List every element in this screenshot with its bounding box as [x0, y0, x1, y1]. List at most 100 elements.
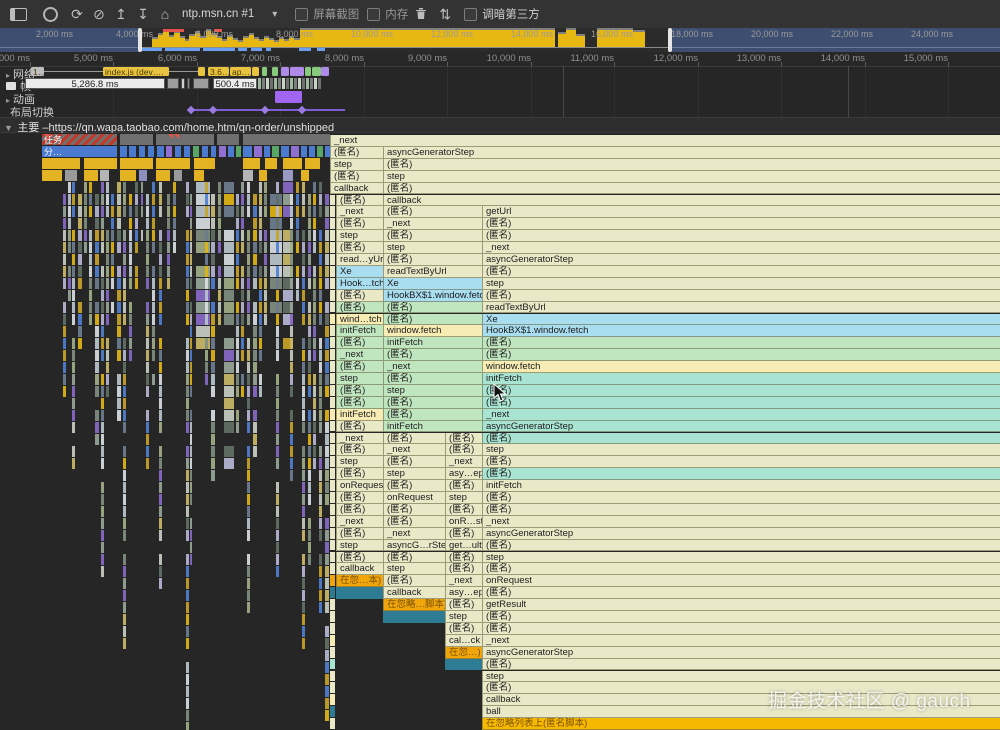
flame-spike-segment[interactable] [247, 422, 250, 433]
flame-entry[interactable]: 在忽…) [445, 646, 482, 659]
main-thread-header[interactable]: ▼ 主要 –https://qn.wapa.taobao.com/home.ht… [0, 117, 1000, 134]
network-request[interactable]: ap… [230, 67, 251, 76]
flame-spike-segment[interactable] [63, 362, 66, 373]
flame-spike-segment[interactable] [313, 386, 316, 397]
flame-spike-segment[interactable] [224, 302, 234, 313]
flame-entry[interactable]: (匿名) [482, 289, 1000, 302]
flame-spike-segment[interactable] [236, 326, 239, 337]
flame-spike-segment[interactable] [186, 290, 189, 301]
flame-spike-segment[interactable] [106, 302, 109, 313]
flame-spike-segment[interactable] [325, 350, 329, 361]
flame-spike-segment[interactable] [253, 266, 257, 277]
flame-spike-segment[interactable] [146, 254, 149, 265]
flame-spike-segment[interactable] [186, 386, 189, 397]
flame-spike-segment[interactable] [325, 602, 329, 613]
flame-spike-segment[interactable] [313, 194, 316, 205]
flame-sliver[interactable] [330, 384, 335, 396]
flame-spike-segment[interactable] [224, 350, 234, 361]
flame-entry[interactable] [120, 170, 136, 181]
flame-spike-segment[interactable] [236, 374, 239, 385]
flame-spike-segment[interactable] [146, 218, 149, 229]
flame-entry[interactable] [84, 170, 98, 181]
flame-entry[interactable]: callback [330, 182, 383, 195]
flame-entry[interactable] [148, 146, 154, 157]
flame-spike-segment[interactable] [123, 278, 126, 289]
flame-spike-segment[interactable] [152, 218, 155, 229]
flame-spike-segment[interactable] [276, 398, 279, 409]
flame-spike-segment[interactable] [123, 338, 126, 349]
flame-spike-segment[interactable] [129, 218, 132, 229]
flame-entry[interactable] [259, 170, 267, 181]
flame-spike-segment[interactable] [78, 194, 82, 205]
flame-spike-segment[interactable] [101, 374, 104, 385]
flame-entry[interactable]: window.fetch [383, 325, 482, 338]
flame-spike-segment[interactable] [152, 338, 155, 349]
flame-spike-segment[interactable] [117, 242, 121, 253]
flame-spike-segment[interactable] [319, 242, 322, 253]
flame-entry[interactable] [383, 611, 445, 623]
flame-spike-segment[interactable] [302, 194, 305, 205]
flame-spike-segment[interactable] [101, 554, 104, 565]
flame-spike-segment[interactable] [190, 230, 192, 241]
flame-spike-segment[interactable] [95, 362, 99, 373]
flame-spike-segment[interactable] [247, 350, 250, 361]
flame-entry[interactable]: (匿名) [482, 349, 1000, 362]
flame-spike-segment[interactable] [123, 518, 126, 529]
flame-spike-segment[interactable] [264, 182, 267, 193]
flame-sliver[interactable] [330, 503, 335, 515]
flame-spike-segment[interactable] [146, 230, 149, 241]
flame-entry[interactable] [42, 170, 62, 181]
flame-spike-segment[interactable] [224, 254, 234, 265]
flame-spike-segment[interactable] [325, 230, 329, 241]
flame-spike-segment[interactable] [190, 554, 192, 565]
flame-spike-segment[interactable] [290, 254, 293, 265]
flame-spike-segment[interactable] [111, 206, 114, 217]
flame-spike-segment[interactable] [259, 386, 262, 397]
flame-spike-segment[interactable] [241, 266, 244, 277]
flame-spike-segment[interactable] [123, 410, 126, 421]
flame-spike-segment[interactable] [319, 386, 322, 397]
flame-sliver[interactable] [330, 265, 335, 277]
flame-spike-segment[interactable] [302, 278, 305, 289]
flame-spike-segment[interactable] [123, 554, 126, 565]
flame-spike-segment[interactable] [135, 206, 138, 217]
flame-entry[interactable]: step [336, 456, 383, 469]
flame-spike-segment[interactable] [146, 338, 149, 349]
flame-sliver[interactable] [330, 313, 335, 325]
flame-spike-segment[interactable] [308, 554, 311, 565]
flame-spike-segment[interactable] [247, 410, 250, 421]
flame-sliver[interactable] [330, 349, 335, 361]
flame-spike-segment[interactable] [111, 266, 114, 277]
frame-block-small[interactable] [181, 78, 185, 89]
flame-spike-segment[interactable] [302, 230, 305, 241]
flame-entry[interactable]: (匿名) [383, 408, 482, 421]
flame-spike-segment[interactable] [123, 230, 126, 241]
flame-spike-segment[interactable] [101, 446, 104, 457]
flame-spike-segment[interactable] [302, 314, 305, 325]
flame-spike-segment[interactable] [95, 218, 99, 229]
flame-entry[interactable]: (匿名) [336, 361, 383, 373]
flame-spike-segment[interactable] [123, 182, 126, 193]
flame-spike-segment[interactable] [106, 338, 109, 349]
flame-entry[interactable] [217, 134, 239, 145]
flame-spike-segment[interactable] [95, 302, 99, 313]
flame-spike-segment[interactable] [259, 374, 262, 385]
flame-spike-segment[interactable] [247, 482, 250, 493]
flame-spike-segment[interactable] [205, 290, 208, 301]
flame-spike-segment[interactable] [129, 278, 132, 289]
flame-spike-segment[interactable] [247, 470, 250, 481]
flame-sliver[interactable] [330, 539, 335, 551]
flame-spike-segment[interactable] [319, 458, 322, 469]
flame-spike-segment[interactable] [190, 470, 192, 481]
flame-spike-segment[interactable] [302, 290, 305, 301]
flame-spike-segment[interactable] [101, 518, 104, 529]
flame-spike-segment[interactable] [313, 338, 316, 349]
flame-spike-segment[interactable] [190, 278, 192, 289]
flame-spike-segment[interactable] [159, 242, 162, 253]
flame-entry[interactable]: (匿名) [482, 396, 1000, 409]
flame-spike-segment[interactable] [264, 242, 267, 253]
flame-sliver[interactable] [330, 646, 335, 658]
flame-spike-segment[interactable] [253, 434, 257, 445]
flame-spike-segment[interactable] [325, 386, 329, 397]
flame-spike-segment[interactable] [302, 350, 305, 361]
